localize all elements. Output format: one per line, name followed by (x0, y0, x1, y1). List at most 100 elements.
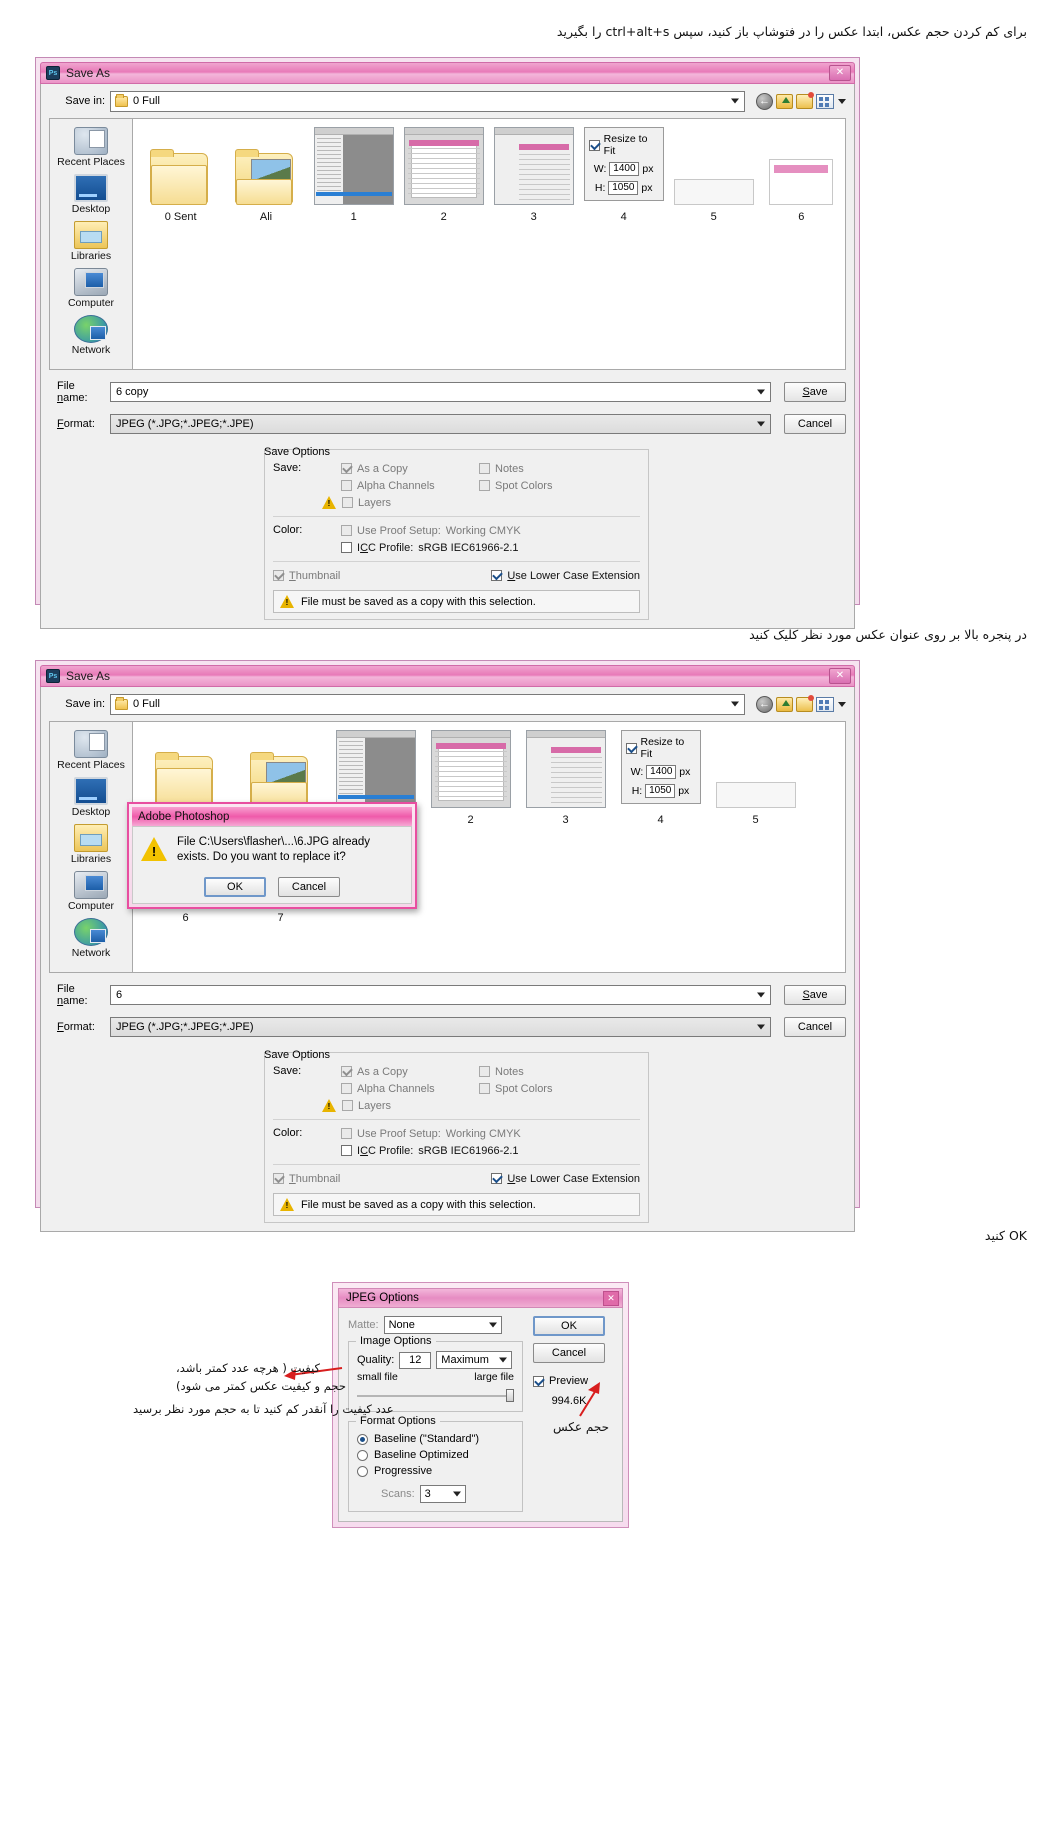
place-recent-places[interactable]: Recent Places (50, 728, 132, 772)
save-button[interactable]: Save (784, 985, 846, 1005)
icc-profile-checkbox[interactable] (341, 542, 352, 553)
cancel-button[interactable]: Cancel (533, 1343, 605, 1363)
save-button[interactable]: Save (784, 382, 846, 402)
place-network[interactable]: Network (50, 916, 132, 960)
layers-checkbox[interactable] (342, 497, 353, 508)
list-item[interactable]: 5 (673, 127, 754, 223)
list-item[interactable]: 0 Sent (143, 127, 218, 223)
chevron-down-icon[interactable] (488, 1322, 497, 1328)
use-proof-setup-checkbox[interactable] (341, 525, 352, 536)
notes-checkbox[interactable] (479, 1066, 490, 1077)
thumbnail-checkbox[interactable] (273, 1173, 284, 1184)
list-item[interactable]: 1 (313, 127, 394, 223)
places-bar-1: Recent Places Desktop Libraries Computer… (49, 118, 132, 370)
cancel-button[interactable]: Cancel (784, 414, 846, 434)
save-as-body-1: Save in: 0 Full ← Recent Places Desktop … (40, 84, 855, 629)
cancel-button[interactable]: Cancel (278, 877, 340, 897)
resize-to-fit-checkbox[interactable] (588, 139, 600, 151)
up-one-level-icon[interactable] (776, 696, 793, 712)
chevron-down-icon[interactable] (731, 701, 739, 707)
chevron-down-icon[interactable] (757, 1024, 765, 1030)
height-input[interactable]: 1050 (645, 784, 676, 798)
chevron-down-icon[interactable] (452, 1491, 461, 1497)
list-item[interactable]: Resize to Fit W: 1400 px H: 1050 px 4 (583, 127, 664, 223)
list-item[interactable]: 2 (428, 730, 513, 826)
list-item[interactable]: Resize to Fit W: 1400 px H: 1050 px 4 (618, 730, 703, 826)
views-icon[interactable] (816, 696, 834, 712)
spot-colors-checkbox[interactable] (479, 480, 490, 491)
place-desktop[interactable]: Desktop (50, 172, 132, 216)
alpha-channels-checkbox[interactable] (341, 1083, 352, 1094)
file-list-1[interactable]: 0 Sent Ali 1 2 3 Resize to Fit W: 1400 p… (132, 118, 846, 370)
progressive-radio[interactable] (357, 1465, 368, 1477)
place-network[interactable]: Network (50, 313, 132, 357)
height-input[interactable]: 1050 (608, 181, 639, 195)
views-chevron-down-icon[interactable] (838, 701, 846, 707)
format-combo[interactable]: JPEG (*.JPG;*.JPEG;*.JPE) (110, 414, 771, 434)
list-item[interactable]: Ali (228, 127, 303, 223)
list-item[interactable]: 3 (523, 730, 608, 826)
new-folder-icon[interactable] (796, 91, 814, 109)
notes-checkbox[interactable] (479, 463, 490, 474)
toolbar-2: ← (756, 694, 846, 713)
close-icon[interactable]: ✕ (603, 1291, 619, 1306)
place-computer[interactable]: Computer (50, 266, 132, 310)
ok-button[interactable]: OK (533, 1316, 605, 1336)
as-a-copy-checkbox[interactable] (341, 1066, 352, 1077)
scans-select[interactable]: 3 (419, 1485, 466, 1503)
file-name-input[interactable]: 6 copy (110, 382, 771, 402)
list-item[interactable]: 5 (713, 730, 798, 826)
chevron-down-icon[interactable] (757, 992, 765, 998)
quality-input[interactable]: 12 (399, 1351, 432, 1369)
resize-to-fit-checkbox[interactable] (625, 742, 637, 754)
list-item[interactable]: 6 (764, 127, 839, 223)
width-input[interactable]: 1400 (646, 765, 677, 779)
file-name-input[interactable]: 6 (110, 985, 771, 1005)
views-icon[interactable] (816, 93, 834, 109)
use-lower-case-extension-checkbox[interactable] (491, 1173, 503, 1184)
spot-colors-checkbox[interactable] (479, 1083, 490, 1094)
baseline-standard-row[interactable]: Baseline ("Standard") (357, 1431, 514, 1447)
views-chevron-down-icon[interactable] (838, 98, 846, 104)
icc-profile-checkbox[interactable] (341, 1145, 352, 1156)
save-in-combo[interactable]: 0 Full (110, 693, 745, 715)
place-computer[interactable]: Computer (50, 869, 132, 913)
close-icon[interactable]: ✕ (829, 65, 851, 81)
matte-select[interactable]: None (383, 1316, 502, 1334)
place-libraries[interactable]: Libraries (50, 219, 132, 263)
save-in-combo[interactable]: 0 Full (110, 90, 745, 112)
back-icon[interactable]: ← (756, 695, 773, 713)
baseline-standard-radio[interactable] (357, 1433, 368, 1445)
list-item[interactable]: 2 (403, 127, 484, 223)
chevron-down-icon[interactable] (499, 1357, 508, 1363)
quality-slider[interactable] (357, 1389, 514, 1403)
chevron-down-icon[interactable] (731, 98, 739, 104)
new-folder-icon[interactable] (796, 694, 814, 712)
use-proof-setup-checkbox[interactable] (341, 1128, 352, 1139)
close-icon[interactable]: ✕ (829, 668, 851, 684)
place-libraries[interactable]: Libraries (50, 822, 132, 866)
cancel-button[interactable]: Cancel (784, 1017, 846, 1037)
screenshot-thumbnail (335, 730, 416, 808)
up-one-level-icon[interactable] (776, 93, 793, 109)
format-combo[interactable]: JPEG (*.JPG;*.JPEG;*.JPE) (110, 1017, 771, 1037)
as-a-copy-checkbox[interactable] (341, 463, 352, 474)
back-icon[interactable]: ← (756, 92, 773, 110)
chevron-down-icon[interactable] (757, 389, 765, 395)
chevron-down-icon[interactable] (757, 421, 765, 427)
alpha-channels-checkbox[interactable] (341, 480, 352, 491)
thumbnail-checkbox[interactable] (273, 570, 284, 581)
layers-checkbox[interactable] (342, 1100, 353, 1111)
place-recent-places[interactable]: Recent Places (50, 125, 132, 169)
ok-button[interactable]: OK (204, 877, 266, 897)
use-lower-case-extension-checkbox[interactable] (491, 570, 503, 581)
width-input[interactable]: 1400 (609, 162, 640, 176)
list-item[interactable]: 3 (493, 127, 574, 223)
baseline-optimized-row[interactable]: Baseline Optimized (357, 1447, 514, 1463)
progressive-row[interactable]: Progressive (357, 1463, 514, 1479)
quality-preset-select[interactable]: Maximum (436, 1351, 513, 1369)
place-desktop[interactable]: Desktop (50, 775, 132, 819)
slider-knob[interactable] (506, 1389, 514, 1402)
preview-checkbox[interactable] (533, 1375, 544, 1387)
baseline-optimized-radio[interactable] (357, 1449, 368, 1461)
